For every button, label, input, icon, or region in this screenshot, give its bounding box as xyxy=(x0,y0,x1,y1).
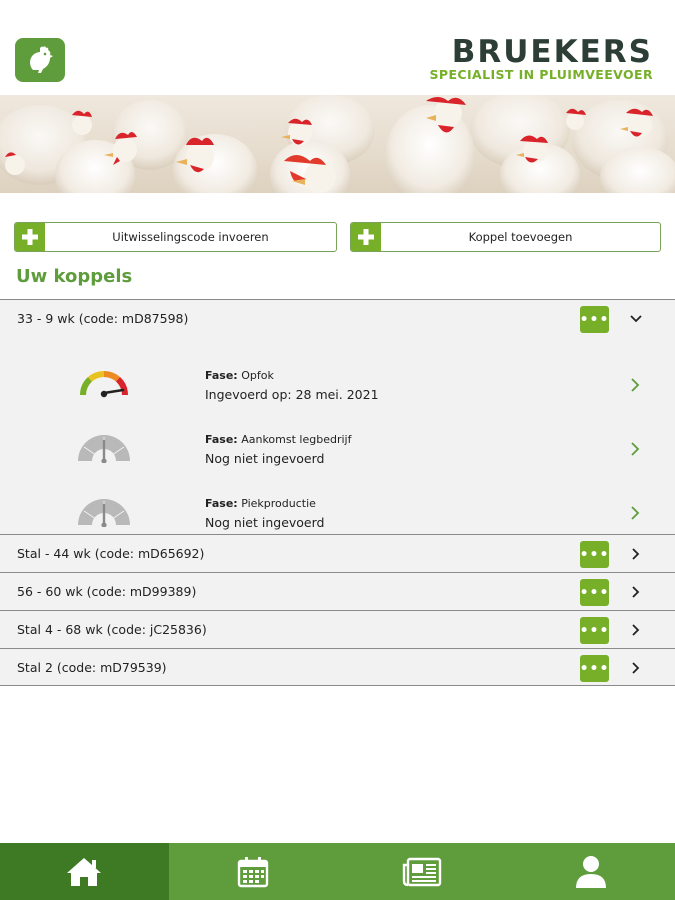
chevron-right-icon[interactable] xyxy=(629,505,641,521)
phase-item[interactable]: Fase: Aankomst legbedrijf Nog niet ingev… xyxy=(0,427,675,487)
flock-label: 33 - 9 wk (code: mD87598) xyxy=(17,311,189,326)
chevron-down-icon[interactable] xyxy=(629,312,643,326)
user-icon xyxy=(575,855,606,888)
app-header: BRUEKERS SPECIALIST IN PLUIMVEEVOER xyxy=(0,0,675,95)
gauge-gray-icon xyxy=(78,499,130,527)
gauge-colored-icon xyxy=(79,370,129,398)
chevron-right-icon[interactable] xyxy=(629,377,641,393)
add-flock-label: Koppel toevoegen xyxy=(468,230,573,244)
phase-status: Ingevoerd op: 28 mei. 2021 xyxy=(205,387,379,402)
flock-label: Stal 4 - 68 wk (code: jC25836) xyxy=(17,622,207,637)
chicken-icon xyxy=(30,46,53,73)
more-options-button[interactable]: ••• xyxy=(580,617,609,644)
nav-home[interactable] xyxy=(0,843,169,900)
phase-status: Nog niet ingevoerd xyxy=(205,451,325,466)
brand-logo: BRUEKERS SPECIALIST IN PLUIMVEEVOER xyxy=(430,36,653,82)
plus-icon xyxy=(351,223,381,251)
flock-row[interactable]: Stal - 44 wk (code: mD65692) ••• xyxy=(0,534,675,572)
flock-row[interactable]: 56 - 60 wk (code: mD99389) ••• xyxy=(0,572,675,610)
phase-label: Fase: Aankomst legbedrijf xyxy=(205,433,352,446)
section-title: Uw koppels xyxy=(16,266,133,287)
brand-name: BRUEKERS xyxy=(451,34,653,70)
plus-icon xyxy=(15,223,45,251)
flock-label: Stal 2 (code: mD79539) xyxy=(17,660,167,675)
phase-label: Fase: Piekproductie xyxy=(205,497,316,510)
newspaper-icon xyxy=(402,857,442,886)
brand-tagline: SPECIALIST IN PLUIMVEEVOER xyxy=(429,67,653,82)
flock-row[interactable]: 33 - 9 wk (code: mD87598) ••• xyxy=(0,299,675,337)
flock-label: Stal - 44 wk (code: mD65692) xyxy=(17,546,205,561)
flock-row[interactable]: Stal 4 - 68 wk (code: jC25836) ••• xyxy=(0,610,675,648)
more-options-button[interactable]: ••• xyxy=(580,579,609,606)
flock-label: 56 - 60 wk (code: mD99389) xyxy=(17,584,197,599)
flock-list: 33 - 9 wk (code: mD87598) ••• Fase: Opfo… xyxy=(0,299,675,686)
phase-item[interactable]: Fase: Opfok Ingevoerd op: 28 mei. 2021 xyxy=(0,363,675,423)
chicken-banner-image xyxy=(0,95,675,193)
home-icon xyxy=(67,857,102,886)
add-flock-button[interactable]: Koppel toevoegen xyxy=(350,222,661,252)
enter-exchange-code-label: Uitwisselingscode invoeren xyxy=(112,230,269,244)
chevron-right-icon[interactable] xyxy=(629,441,641,457)
nav-news[interactable] xyxy=(338,843,507,900)
nav-calendar[interactable] xyxy=(169,843,338,900)
gauge-gray-icon xyxy=(78,435,130,463)
app-logo[interactable] xyxy=(15,38,65,82)
chevron-right-icon[interactable] xyxy=(629,661,643,675)
more-options-button[interactable]: ••• xyxy=(580,541,609,568)
nav-profile[interactable] xyxy=(506,843,675,900)
flock-row[interactable]: Stal 2 (code: mD79539) ••• xyxy=(0,648,675,686)
phase-status: Nog niet ingevoerd xyxy=(205,515,325,530)
chevron-right-icon[interactable] xyxy=(629,585,643,599)
chevron-right-icon[interactable] xyxy=(629,547,643,561)
enter-exchange-code-button[interactable]: Uitwisselingscode invoeren xyxy=(14,222,337,252)
chevron-right-icon[interactable] xyxy=(629,623,643,637)
flock-phase-panel: Fase: Opfok Ingevoerd op: 28 mei. 2021 F… xyxy=(0,337,675,534)
calendar-icon xyxy=(237,856,269,887)
phase-label: Fase: Opfok xyxy=(205,369,274,382)
more-options-button[interactable]: ••• xyxy=(580,306,609,333)
bottom-navigation xyxy=(0,843,675,900)
more-options-button[interactable]: ••• xyxy=(580,655,609,682)
